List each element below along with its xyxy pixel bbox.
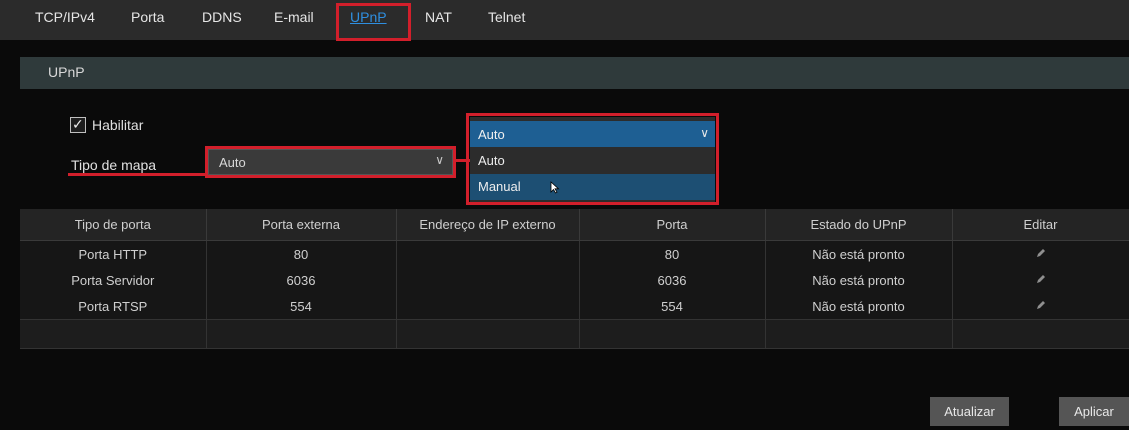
table-row: Porta RTSP 554 554 Não está pronto [20, 293, 1129, 320]
chevron-down-icon: ∨ [435, 153, 444, 167]
map-type-select[interactable]: Auto ∨ [208, 149, 453, 175]
cell-status: Não está pronto [765, 240, 953, 267]
tab-porta[interactable]: Porta [131, 9, 164, 25]
connector-line [454, 159, 470, 162]
pencil-icon[interactable] [1034, 272, 1048, 286]
cell-status: Não está pronto [765, 293, 953, 320]
table-row: Porta HTTP 80 80 Não está pronto [20, 240, 1129, 267]
header-port-type: Tipo de porta [20, 209, 207, 241]
empty-cell [20, 319, 207, 349]
cell-edit [952, 240, 1129, 267]
map-type-label: Tipo de mapa [71, 157, 157, 173]
header-edit: Editar [952, 209, 1129, 241]
empty-cell [579, 319, 766, 349]
chevron-down-icon: ∨ [700, 126, 709, 140]
tab-tcp-ipv4[interactable]: TCP/IPv4 [35, 9, 95, 25]
cell-external-ip [396, 240, 580, 267]
refresh-button[interactable]: Atualizar [930, 397, 1009, 426]
cell-port-type: Porta Servidor [20, 267, 207, 293]
empty-table-row [20, 319, 1129, 349]
tab-email[interactable]: E-mail [274, 9, 314, 25]
checkmark-icon: ✓ [72, 116, 84, 132]
cell-external-port: 80 [206, 240, 397, 267]
cell-port-type: Porta RTSP [20, 293, 207, 320]
section-header [20, 57, 1129, 89]
section-title: UPnP [48, 64, 85, 80]
top-tab-bar: TCP/IPv4 Porta DDNS E-mail UPnP NAT Teln… [0, 0, 1129, 40]
cell-port: 80 [579, 240, 766, 267]
cell-edit [952, 267, 1129, 293]
map-type-value: Auto [219, 155, 246, 170]
enable-label: Habilitar [92, 117, 144, 133]
tab-nat[interactable]: NAT [425, 9, 452, 25]
cell-external-port: 6036 [206, 267, 397, 293]
cell-edit [952, 293, 1129, 320]
option-manual-text: Manual [478, 179, 521, 194]
dropdown-selected-text: Auto [478, 127, 505, 142]
cell-external-ip [396, 293, 580, 320]
dropdown-selected[interactable]: Auto ∨ [470, 121, 715, 147]
cell-external-ip [396, 267, 580, 293]
map-type-underline [68, 173, 208, 176]
option-manual[interactable]: Manual [470, 174, 715, 200]
cell-port: 6036 [579, 267, 766, 293]
cell-status: Não está pronto [765, 267, 953, 293]
empty-cell [952, 319, 1129, 349]
cell-external-port: 554 [206, 293, 397, 320]
upnp-table: Tipo de porta Porta externa Endereço de … [20, 209, 1129, 349]
pencil-icon[interactable] [1034, 246, 1048, 260]
cell-port: 554 [579, 293, 766, 320]
empty-cell [396, 319, 580, 349]
empty-cell [765, 319, 953, 349]
header-external-port: Porta externa [206, 209, 397, 241]
empty-cell [206, 319, 397, 349]
tab-telnet[interactable]: Telnet [488, 9, 525, 25]
pencil-icon[interactable] [1034, 298, 1048, 312]
header-port: Porta [579, 209, 766, 241]
table-row: Porta Servidor 6036 6036 Não está pronto [20, 267, 1129, 293]
table-header-row: Tipo de porta Porta externa Endereço de … [20, 209, 1129, 241]
option-auto[interactable]: Auto [470, 148, 715, 174]
mouse-cursor-icon [550, 181, 560, 194]
apply-button[interactable]: Aplicar [1059, 397, 1129, 426]
cell-port-type: Porta HTTP [20, 240, 207, 267]
map-type-dropdown: Auto ∨ Auto Manual [470, 117, 715, 202]
tab-upnp[interactable]: UPnP [350, 9, 387, 25]
enable-checkbox[interactable]: ✓ [70, 116, 86, 133]
header-upnp-status: Estado do UPnP [765, 209, 953, 241]
tab-ddns[interactable]: DDNS [202, 9, 242, 25]
header-external-ip: Endereço de IP externo [396, 209, 580, 241]
option-auto-text: Auto [478, 153, 505, 168]
